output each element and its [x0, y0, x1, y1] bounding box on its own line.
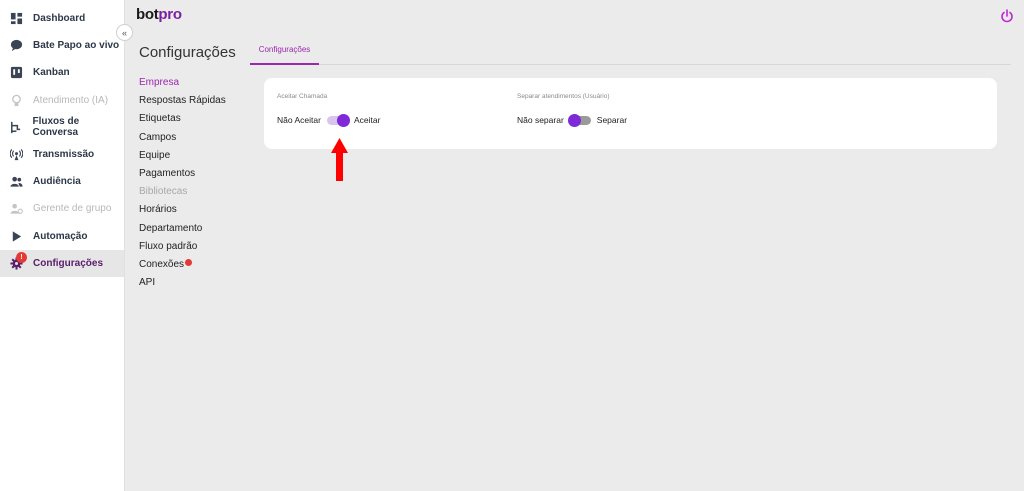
separate-on-label: Separar [596, 115, 628, 125]
settings-nav-bibliotecas[interactable]: Bibliotecas [139, 183, 226, 201]
sidebar-item-bate-papo[interactable]: Bate Papo ao vivo [0, 32, 124, 59]
sidebar-item-label: Atendimento (IA) [33, 94, 109, 106]
settings-nav-label: Conexões [139, 258, 185, 270]
sidebar-item-label: Bate Papo ao vivo [33, 40, 120, 52]
settings-nav-equipe[interactable]: Equipe [139, 147, 226, 165]
settings-nav-horarios[interactable]: Horários [139, 201, 226, 219]
sidebar-item-label: Dashboard [33, 13, 86, 25]
sidebar-item-automacao[interactable]: Automação [0, 223, 124, 250]
lightbulb-icon [9, 93, 23, 107]
alert-dot [185, 258, 193, 266]
sidebar-item-gerente-grupo[interactable]: Gerente de grupo [0, 195, 124, 222]
settings-nav-campos[interactable]: Campos [139, 129, 226, 147]
power-icon[interactable] [1000, 9, 1014, 23]
settings-card: Aceitar Chamada Não Aceitar Aceitar Sepa… [264, 78, 997, 149]
toggle-knob [567, 113, 581, 127]
sidebar-item-atendimento-ia[interactable]: Atendimento (IA) [0, 87, 124, 114]
notification-badge: ! [16, 251, 27, 263]
settings-nav-respostas-rapidas[interactable]: Respostas Rápidas [139, 92, 226, 110]
separate-off-label: Não separar [517, 115, 564, 125]
tab-configuracoes[interactable]: Configurações [250, 40, 319, 65]
accept-call-row: Não Aceitar Aceitar [277, 113, 381, 127]
kanban-icon [9, 66, 23, 80]
logo-accent-text: pro [158, 6, 182, 23]
settings-nav-api[interactable]: API [139, 274, 226, 292]
sidebar-item-label: Configurações [33, 257, 104, 269]
sidebar-item-label: Audiência [33, 176, 81, 188]
sidebar-item-label: Transmissão [33, 149, 95, 161]
page-title: Configurações [139, 44, 236, 61]
sidebar-item-audiencia[interactable]: Audiência [0, 168, 124, 195]
sidebar-item-label: Kanban [33, 67, 70, 79]
toggle-knob [336, 113, 350, 127]
accept-call-on-label: Aceitar [353, 115, 381, 125]
botpro-logo: botpro [136, 6, 182, 23]
sidebar-item-kanban[interactable]: Kanban [0, 59, 124, 86]
logo-main-text: bot [136, 6, 159, 23]
settings-nav: Empresa Respostas Rápidas Etiquetas Camp… [139, 74, 226, 292]
sidebar-item-label: Automação [33, 230, 88, 242]
tab-bar: Configurações [250, 40, 1011, 65]
annotation-arrow-icon [331, 138, 348, 181]
people-icon [9, 175, 23, 189]
play-icon [9, 229, 23, 243]
flow-icon [9, 120, 22, 134]
settings-nav-etiquetas[interactable]: Etiquetas [139, 110, 226, 128]
settings-nav-empresa[interactable]: Empresa [139, 74, 226, 92]
sidebar-item-fluxos[interactable]: Fluxos de Conversa [0, 114, 124, 141]
dashboard-icon [9, 12, 23, 26]
settings-nav-conexoes[interactable]: Conexões [139, 256, 226, 274]
sidebar-item-label: Fluxos de Conversa [32, 116, 80, 139]
chat-bubble-icon [9, 39, 23, 53]
sidebar-item-transmissao[interactable]: Transmissão [0, 141, 124, 168]
separate-row: Não separar Separar [517, 113, 628, 127]
sidebar-item-dashboard[interactable]: Dashboard [0, 5, 124, 32]
sidebar: Dashboard Bate Papo ao vivo Kanban Atend… [0, 0, 125, 491]
accept-call-toggle[interactable] [326, 113, 350, 127]
sidebar-item-label: Gerente de grupo [33, 203, 112, 215]
separate-toggle[interactable] [567, 113, 591, 127]
sidebar-item-configuracoes[interactable]: ! Configurações [0, 249, 124, 277]
settings-nav-pagamentos[interactable]: Pagamentos [139, 165, 226, 183]
separate-label: Separar atendimentos (Usuário) [517, 93, 610, 100]
accept-call-label: Aceitar Chamada [277, 93, 328, 100]
broadcast-icon [9, 148, 23, 162]
group-manager-icon [9, 202, 23, 216]
settings-nav-fluxo-padrao[interactable]: Fluxo padrão [139, 238, 226, 256]
collapse-sidebar-button[interactable]: « [116, 24, 133, 41]
settings-nav-departamento[interactable]: Departamento [139, 220, 226, 238]
accept-call-off-label: Não Aceitar [277, 115, 321, 125]
